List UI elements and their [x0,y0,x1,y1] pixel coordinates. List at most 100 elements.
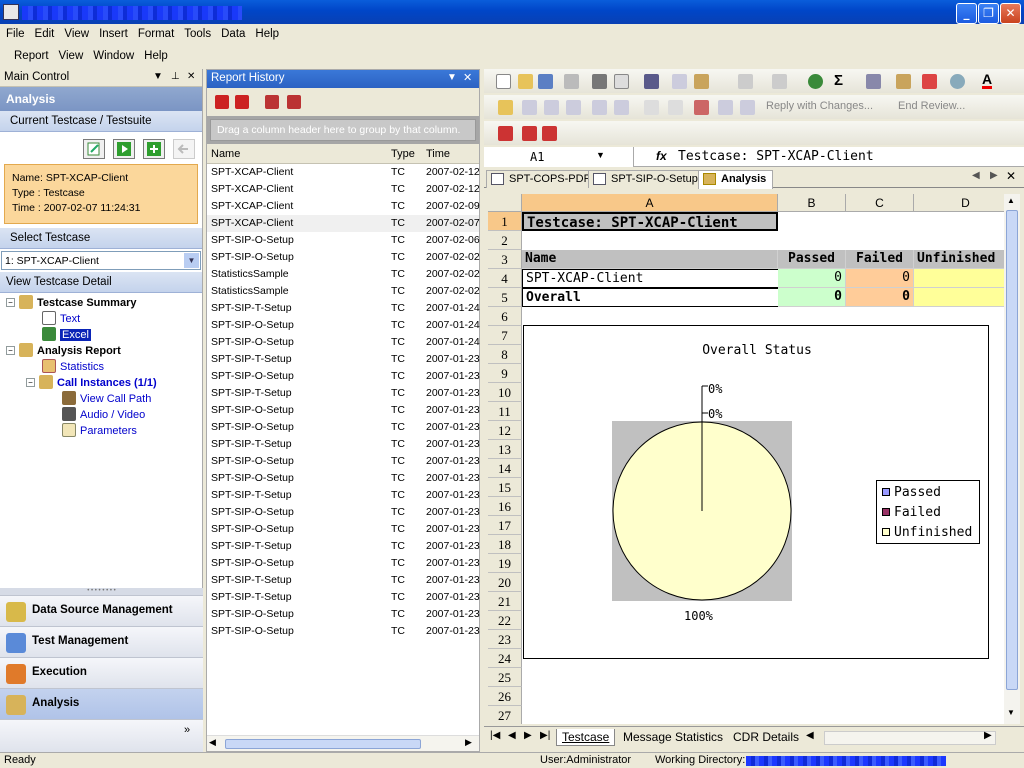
pdf-icon-1[interactable] [498,126,513,141]
col-header-d[interactable]: D [914,194,1004,212]
menu-edit[interactable]: Edit [30,24,60,40]
delete-report-icon[interactable] [215,95,229,109]
help-icon[interactable] [950,74,965,89]
menu-format[interactable]: Format [133,24,179,40]
track-changes-icon[interactable] [694,100,709,115]
hyperlink-icon[interactable] [808,74,823,89]
menu-report[interactable]: Report [0,46,54,62]
drawing-icon[interactable] [922,74,937,89]
cell-d5[interactable] [914,288,1004,307]
sort-icon[interactable] [866,74,881,89]
table-row[interactable]: SPT-SIP-O-Setup TC 2007-01-23 [207,623,480,640]
table-row[interactable]: SPT-SIP-O-Setup TC 2007-01-23 [207,555,480,572]
table-row[interactable]: SPT-SIP-O-Setup TC 2007-01-23 [207,504,480,521]
col-type[interactable]: Type [391,148,415,160]
reply-with-changes-button[interactable]: Reply with Changes... [766,100,873,112]
chevron-down-icon[interactable]: ▼ [184,253,199,268]
row-header[interactable]: 16 [488,497,522,516]
vertical-scrollbar[interactable]: ▲ ▼ [1004,194,1020,724]
open-icon[interactable] [518,74,533,89]
name-box-dropdown-icon[interactable]: ▼ [596,150,605,160]
dropdown-arrow-icon[interactable]: ▼ [153,71,163,82]
chevron-right-icon[interactable]: » [184,724,190,736]
cell-a1[interactable]: Testcase: SPT-XCAP-Client [522,212,778,231]
scroll-up-icon[interactable]: ▲ [1007,196,1015,205]
close-pane-icon[interactable]: ✕ [463,71,472,84]
row-header[interactable]: 13 [488,440,522,459]
sheet-tab-cdr-details[interactable]: CDR Details [728,729,804,745]
table-row[interactable]: SPT-XCAP-Client TC 2007-02-12 [207,164,480,181]
cell-c5[interactable]: 0 [846,288,914,307]
tab-scroll-right-icon[interactable]: ▶ [984,730,992,741]
tab-analysis[interactable]: Analysis [698,170,774,189]
testcase-select[interactable]: 1: SPT-XCAP-Client ▼ [1,251,201,270]
vertical-scroll-thumb[interactable] [1006,210,1018,690]
table-row[interactable]: SPT-SIP-T-Setup TC 2007-01-23 [207,436,480,453]
review-icon-8[interactable] [718,100,733,115]
row-header[interactable]: 6 [488,307,522,326]
table-row[interactable]: SPT-SIP-O-Setup TC 2007-01-24 [207,317,480,334]
folder-icon[interactable] [498,100,513,115]
row-header[interactable]: 25 [488,668,522,687]
review-icon-6[interactable] [644,100,659,115]
row-header[interactable]: 14 [488,459,522,478]
pdf-icon-3[interactable] [542,126,557,141]
row-header[interactable]: 19 [488,554,522,573]
table-row[interactable]: SPT-SIP-T-Setup TC 2007-01-24 [207,300,480,317]
table-row[interactable]: SPT-SIP-O-Setup TC 2007-02-06 [207,232,480,249]
row-header[interactable]: 21 [488,592,522,611]
table-row[interactable]: SPT-SIP-O-Setup TC 2007-01-23 [207,453,480,470]
row-header[interactable]: 17 [488,516,522,535]
paste-icon[interactable] [694,74,709,89]
sheet-tab-message-statistics[interactable]: Message Statistics [618,729,728,745]
formula-input[interactable]: Testcase: SPT-XCAP-Client [678,149,874,164]
row-header[interactable]: 27 [488,706,522,724]
menu-view-2[interactable]: View [54,46,89,62]
menu-insert[interactable]: Insert [94,24,133,40]
permission-icon[interactable] [564,74,579,89]
table-row[interactable]: StatisticsSample TC 2007-02-02 [207,266,480,283]
tree-text[interactable]: Text [42,311,80,327]
cell-c4[interactable]: 0 [846,269,914,288]
pin-icon[interactable]: ⊥ [171,71,180,82]
review-icon-7[interactable] [668,100,683,115]
pie-chart[interactable]: Overall Status 0% 0% 100% Passed Failed … [523,325,989,659]
nav-data-source-management[interactable]: Data Source Management [0,595,203,626]
print-preview-icon[interactable] [614,74,629,89]
menu-data[interactable]: Data [216,24,250,40]
table-row[interactable]: SPT-SIP-O-Setup TC 2007-01-23 [207,419,480,436]
first-sheet-icon[interactable]: |◀ [490,730,500,741]
table-row[interactable]: SPT-SIP-O-Setup TC 2007-01-24 [207,334,480,351]
table-row[interactable]: SPT-SIP-O-Setup TC 2007-01-23 [207,470,480,487]
tree-call-instances[interactable]: − Call Instances (1/1) [26,375,157,391]
scroll-right-icon[interactable]: ▶ [465,737,472,748]
table-row[interactable]: SPT-XCAP-Client TC 2007-02-12 [207,181,480,198]
row-header[interactable]: 18 [488,535,522,554]
menu-tools[interactable]: Tools [179,24,216,40]
tab-scroll-left-icon[interactable]: ◀ [972,170,980,181]
table-row[interactable]: SPT-XCAP-Client TC 2007-02-09 [207,198,480,215]
chart-wizard-icon[interactable] [896,74,911,89]
name-box[interactable]: A1 [484,147,634,167]
tab-scroll-left-icon[interactable]: ◀ [806,730,814,741]
menu-help[interactable]: Help [250,24,284,40]
table-row[interactable]: SPT-XCAP-Client TC 2007-02-07 [207,215,480,232]
nav-analysis[interactable]: Analysis [0,688,203,719]
fx-icon[interactable]: fx [656,149,667,163]
table-row[interactable]: SPT-SIP-T-Setup TC 2007-01-23 [207,589,480,606]
sheet-tab-testcase[interactable]: Testcase [556,729,616,746]
row-header[interactable]: 23 [488,630,522,649]
row-header[interactable]: 7 [488,326,522,345]
menu-view[interactable]: View [59,24,94,40]
review-icon-9[interactable] [740,100,755,115]
close-pane-icon[interactable]: ✕ [187,71,195,82]
prev-sheet-icon[interactable]: ◀ [508,730,516,741]
new-doc-icon[interactable] [496,74,511,89]
save-icon[interactable] [538,74,553,89]
row-header[interactable]: 9 [488,364,522,383]
cell-d3[interactable]: Unfinished [914,250,1004,269]
sheet-hscroll-track[interactable] [824,731,996,745]
row-header[interactable]: 11 [488,402,522,421]
spreadsheet-grid[interactable]: A B C D 1 2 3 4 5 6 7 8 9 10 11 12 13 14 15 16 17 18 19 20 2… [488,194,1004,724]
table-row[interactable]: SPT-SIP-O-Setup TC 2007-02-02 [207,249,480,266]
